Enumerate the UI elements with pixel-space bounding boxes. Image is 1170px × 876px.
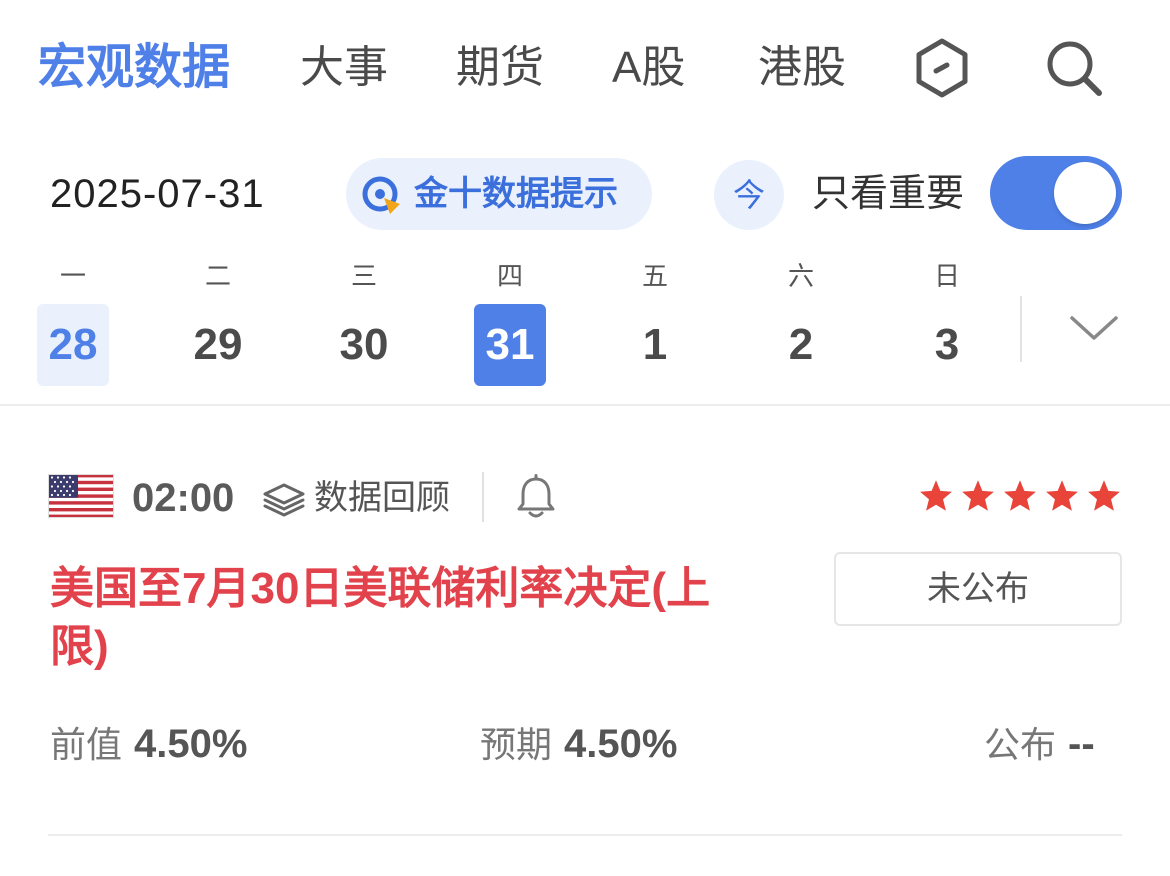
- actual-number: --: [1068, 722, 1095, 766]
- weekday-label: 六: [787, 261, 814, 291]
- event-card[interactable]: 02:00 数据回顾 美国至7月30日美联储利率决定(上限) 未公布 前值 4.…: [0, 406, 1170, 836]
- today-button[interactable]: 今: [714, 160, 784, 230]
- weekday-label: 四: [496, 261, 523, 291]
- day-saturday[interactable]: 六 2: [765, 256, 837, 388]
- importance-stars: [918, 478, 1124, 514]
- previous-value: 前值 4.50%: [50, 716, 247, 772]
- expected-number: 4.50%: [564, 722, 678, 766]
- day-monday[interactable]: 一 28: [37, 256, 109, 388]
- top-nav-bar: 宏观数据 大事 期货 A股 港股: [0, 0, 1170, 135]
- day-thursday[interactable]: 四 31: [474, 256, 546, 388]
- day-number: 1: [642, 320, 668, 369]
- star-icon: [1004, 480, 1036, 511]
- event-time: 02:00: [132, 476, 235, 520]
- date-toolbar: 2025-07-31 金十数据提示 今 只看重要: [0, 152, 1170, 236]
- day-number: 31: [474, 304, 546, 386]
- tab-macro-data[interactable]: 宏观数据: [38, 36, 230, 100]
- previous-label: 前值: [50, 724, 123, 765]
- day-sunday[interactable]: 日 3: [911, 256, 983, 388]
- star-icon: [1046, 480, 1078, 511]
- day-number: 30: [339, 320, 389, 369]
- release-status-button[interactable]: 未公布: [834, 552, 1122, 626]
- toggle-knob: [1054, 162, 1116, 224]
- day-number: 29: [193, 320, 243, 369]
- macro-calendar-page: 宏观数据 大事 期货 A股 港股 2025-07-31 金十数据提示 今 只看重…: [0, 0, 1170, 876]
- tab-a-shares[interactable]: A股: [612, 36, 685, 100]
- star-icon: [962, 480, 994, 511]
- data-tips-button[interactable]: 金十数据提示: [346, 158, 652, 230]
- only-important-label: 只看重要: [812, 173, 965, 215]
- weekday-label: 五: [641, 261, 668, 291]
- day-wednesday[interactable]: 三 30: [328, 256, 400, 388]
- layers-icon: [262, 482, 306, 518]
- event-title[interactable]: 美国至7月30日美联储利率决定(上限): [50, 560, 750, 676]
- tab-hk-stocks[interactable]: 港股: [758, 36, 850, 100]
- day-tuesday[interactable]: 二 29: [182, 256, 254, 388]
- weekday-label: 二: [204, 261, 231, 291]
- star-icon: [1088, 480, 1120, 511]
- data-review-label: 数据回顾: [314, 479, 450, 517]
- event-divider: [48, 834, 1122, 836]
- weekday-label: 三: [350, 261, 377, 291]
- bell-icon[interactable]: [514, 474, 558, 520]
- event-header-divider: [482, 472, 484, 522]
- hexagon-icon[interactable]: [910, 36, 974, 100]
- expected-value: 预期 4.50%: [480, 716, 677, 772]
- tips-label: 金十数据提示: [414, 175, 618, 213]
- tab-futures[interactable]: 期货: [456, 36, 544, 100]
- actual-value: 公布 --: [984, 716, 1095, 772]
- only-important-toggle[interactable]: [990, 156, 1122, 230]
- expected-label: 预期: [480, 724, 553, 765]
- day-number: 3: [934, 320, 960, 369]
- tips-compass-icon: [360, 174, 404, 218]
- current-date[interactable]: 2025-07-31: [50, 166, 265, 222]
- tab-major-events[interactable]: 大事: [300, 36, 388, 100]
- previous-number: 4.50%: [134, 722, 248, 766]
- weekday-label: 一: [59, 261, 86, 291]
- chevron-down-icon[interactable]: [1066, 308, 1122, 348]
- search-icon[interactable]: [1042, 36, 1106, 100]
- weekday-label: 日: [933, 261, 960, 291]
- day-number: 28: [37, 304, 109, 386]
- actual-label: 公布: [984, 724, 1057, 765]
- us-flag-icon: [48, 474, 114, 518]
- day-number: 2: [788, 320, 814, 369]
- week-divider: [1020, 296, 1022, 362]
- star-icon: [920, 480, 952, 511]
- day-friday[interactable]: 五 1: [619, 256, 691, 388]
- week-selector: 一 28 二 29 三 30 四 31 五 1 六 2 日 3: [0, 256, 1170, 396]
